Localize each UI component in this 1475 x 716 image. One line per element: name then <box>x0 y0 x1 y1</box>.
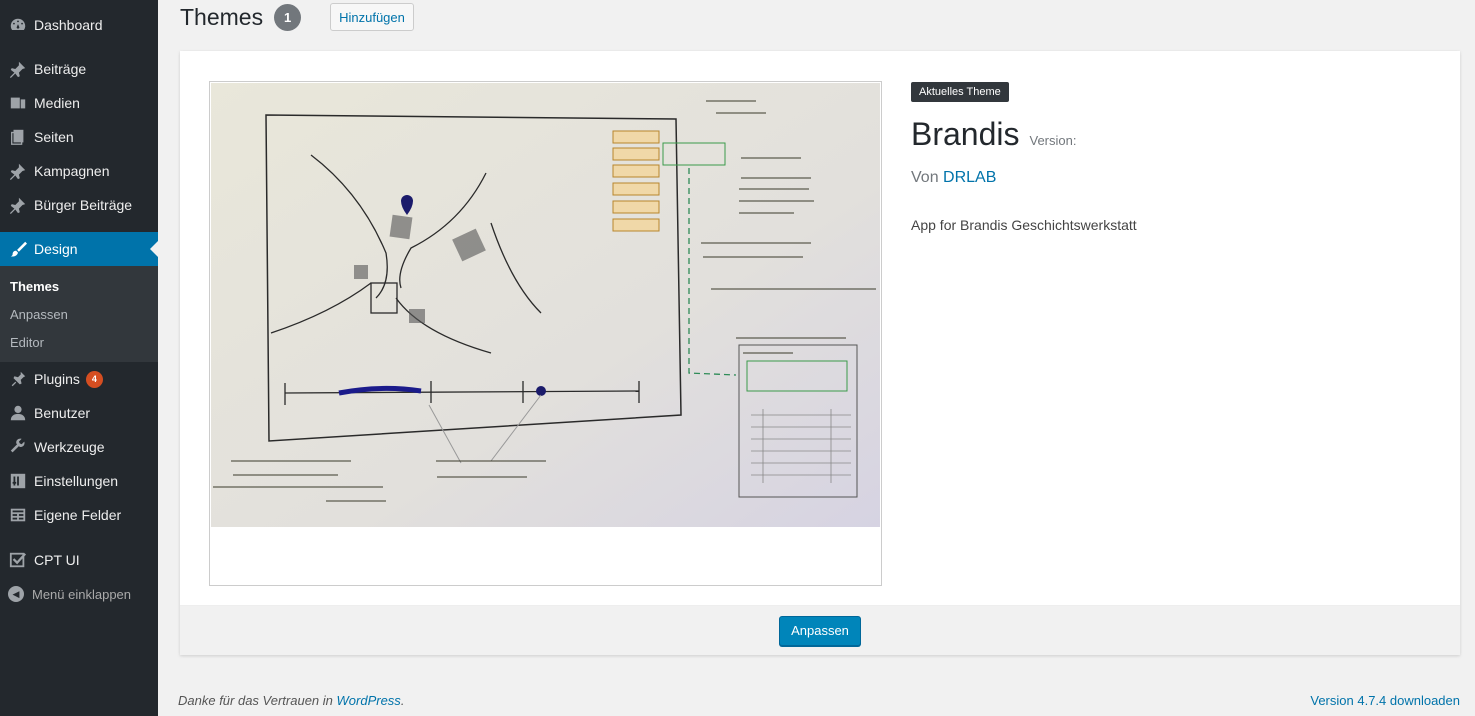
menu-label: Plugins <box>34 371 80 387</box>
menu-item-plugins[interactable]: Plugins 4 <box>0 362 158 396</box>
dashboard-icon <box>8 15 28 35</box>
author-link[interactable]: DRLAB <box>943 169 996 186</box>
menu-item-kampagnen[interactable]: Kampagnen <box>0 154 158 188</box>
page-header: Themes 1 Hinzufügen <box>180 2 414 32</box>
menu-item-benutzer[interactable]: Benutzer <box>0 396 158 430</box>
admin-sidebar: Dashboard Beiträge Medien Seiten Kampagn… <box>0 0 158 716</box>
theme-screenshot-image <box>211 83 880 527</box>
footer-thanks: Danke für das Vertrauen in WordPress. <box>178 693 404 708</box>
menu-item-design[interactable]: Design <box>0 232 158 266</box>
pin-icon <box>8 59 28 79</box>
plugins-update-badge: 4 <box>85 370 103 388</box>
footer-thanks-suffix: . <box>400 693 405 708</box>
pin-icon <box>8 195 28 215</box>
plugin-icon <box>8 369 28 389</box>
user-icon <box>8 403 28 423</box>
pin-icon <box>8 161 28 181</box>
menu-label: Medien <box>34 95 80 111</box>
theme-name-heading: Brandis Version: <box>911 116 1137 153</box>
theme-screenshot <box>209 81 882 586</box>
download-version-link[interactable]: Version 4.7.4 downloaden <box>1310 693 1460 708</box>
menu-item-medien[interactable]: Medien <box>0 86 158 120</box>
current-theme-label: Aktuelles Theme <box>911 82 1009 102</box>
settings-icon <box>8 471 28 491</box>
author-prefix: Von <box>911 169 939 186</box>
menu-label: Werkzeuge <box>34 439 105 455</box>
brush-icon <box>8 239 28 259</box>
collapse-label: Menü einklappen <box>32 586 132 602</box>
menu-item-werkzeuge[interactable]: Werkzeuge <box>0 430 158 464</box>
add-theme-button[interactable]: Hinzufügen <box>330 3 414 31</box>
menu-label: Kampagnen <box>34 163 110 179</box>
menu-item-buerger-beitraege[interactable]: Bürger Beiträge <box>0 188 158 222</box>
menu-label: Bürger Beiträge <box>34 197 133 213</box>
wrench-icon <box>8 437 28 457</box>
submenu-anpassen[interactable]: Anpassen <box>0 300 158 328</box>
collapse-arrow-icon: ◀ <box>8 586 24 602</box>
menu-label: Benutzer <box>34 405 91 421</box>
menu-item-eigene-felder[interactable]: Eigene Felder <box>0 498 158 532</box>
submenu-themes[interactable]: Themes <box>0 272 158 300</box>
wordpress-link[interactable]: WordPress <box>337 693 401 708</box>
theme-description: App for Brandis Geschichtswerkstatt <box>911 217 1137 233</box>
menu-label: Beiträge <box>34 61 87 77</box>
footer-thanks-prefix: Danke für das Vertrauen in <box>178 693 333 708</box>
theme-info: Aktuelles Theme Brandis Version: Von DRL… <box>911 82 1137 233</box>
menu-label: CPT UI <box>34 552 80 568</box>
menu-label: Eigene Felder <box>34 507 122 523</box>
theme-overlay-card: Aktuelles Theme Brandis Version: Von DRL… <box>180 51 1460 655</box>
theme-author: Von DRLAB <box>911 169 1137 187</box>
theme-name: Brandis <box>911 116 1020 152</box>
menu-label: Dashboard <box>34 17 103 33</box>
theme-version: Version: <box>1029 133 1077 148</box>
menu-item-seiten[interactable]: Seiten <box>0 120 158 154</box>
menu-label: Seiten <box>34 129 74 145</box>
checkbox-icon <box>8 550 28 570</box>
menu-label: Einstellungen <box>34 473 119 489</box>
page-title: Themes <box>180 3 264 30</box>
menu-item-cpt-ui[interactable]: CPT UI <box>0 543 158 577</box>
menu-label: Design <box>34 241 78 257</box>
menu-item-dashboard[interactable]: Dashboard <box>0 8 158 42</box>
menu-item-einstellungen[interactable]: Einstellungen <box>0 464 158 498</box>
theme-actions-bar: Anpassen <box>180 605 1460 655</box>
submenu-editor[interactable]: Editor <box>0 328 158 356</box>
theme-count-badge: 1 <box>274 3 302 31</box>
table-icon <box>8 505 28 525</box>
collapse-menu-button[interactable]: ◀ Menü einklappen <box>0 577 158 611</box>
design-submenu: Themes Anpassen Editor <box>0 266 158 362</box>
menu-item-beitraege[interactable]: Beiträge <box>0 52 158 86</box>
customize-button[interactable]: Anpassen <box>779 615 861 646</box>
media-icon <box>8 93 28 113</box>
pages-icon <box>8 127 28 147</box>
